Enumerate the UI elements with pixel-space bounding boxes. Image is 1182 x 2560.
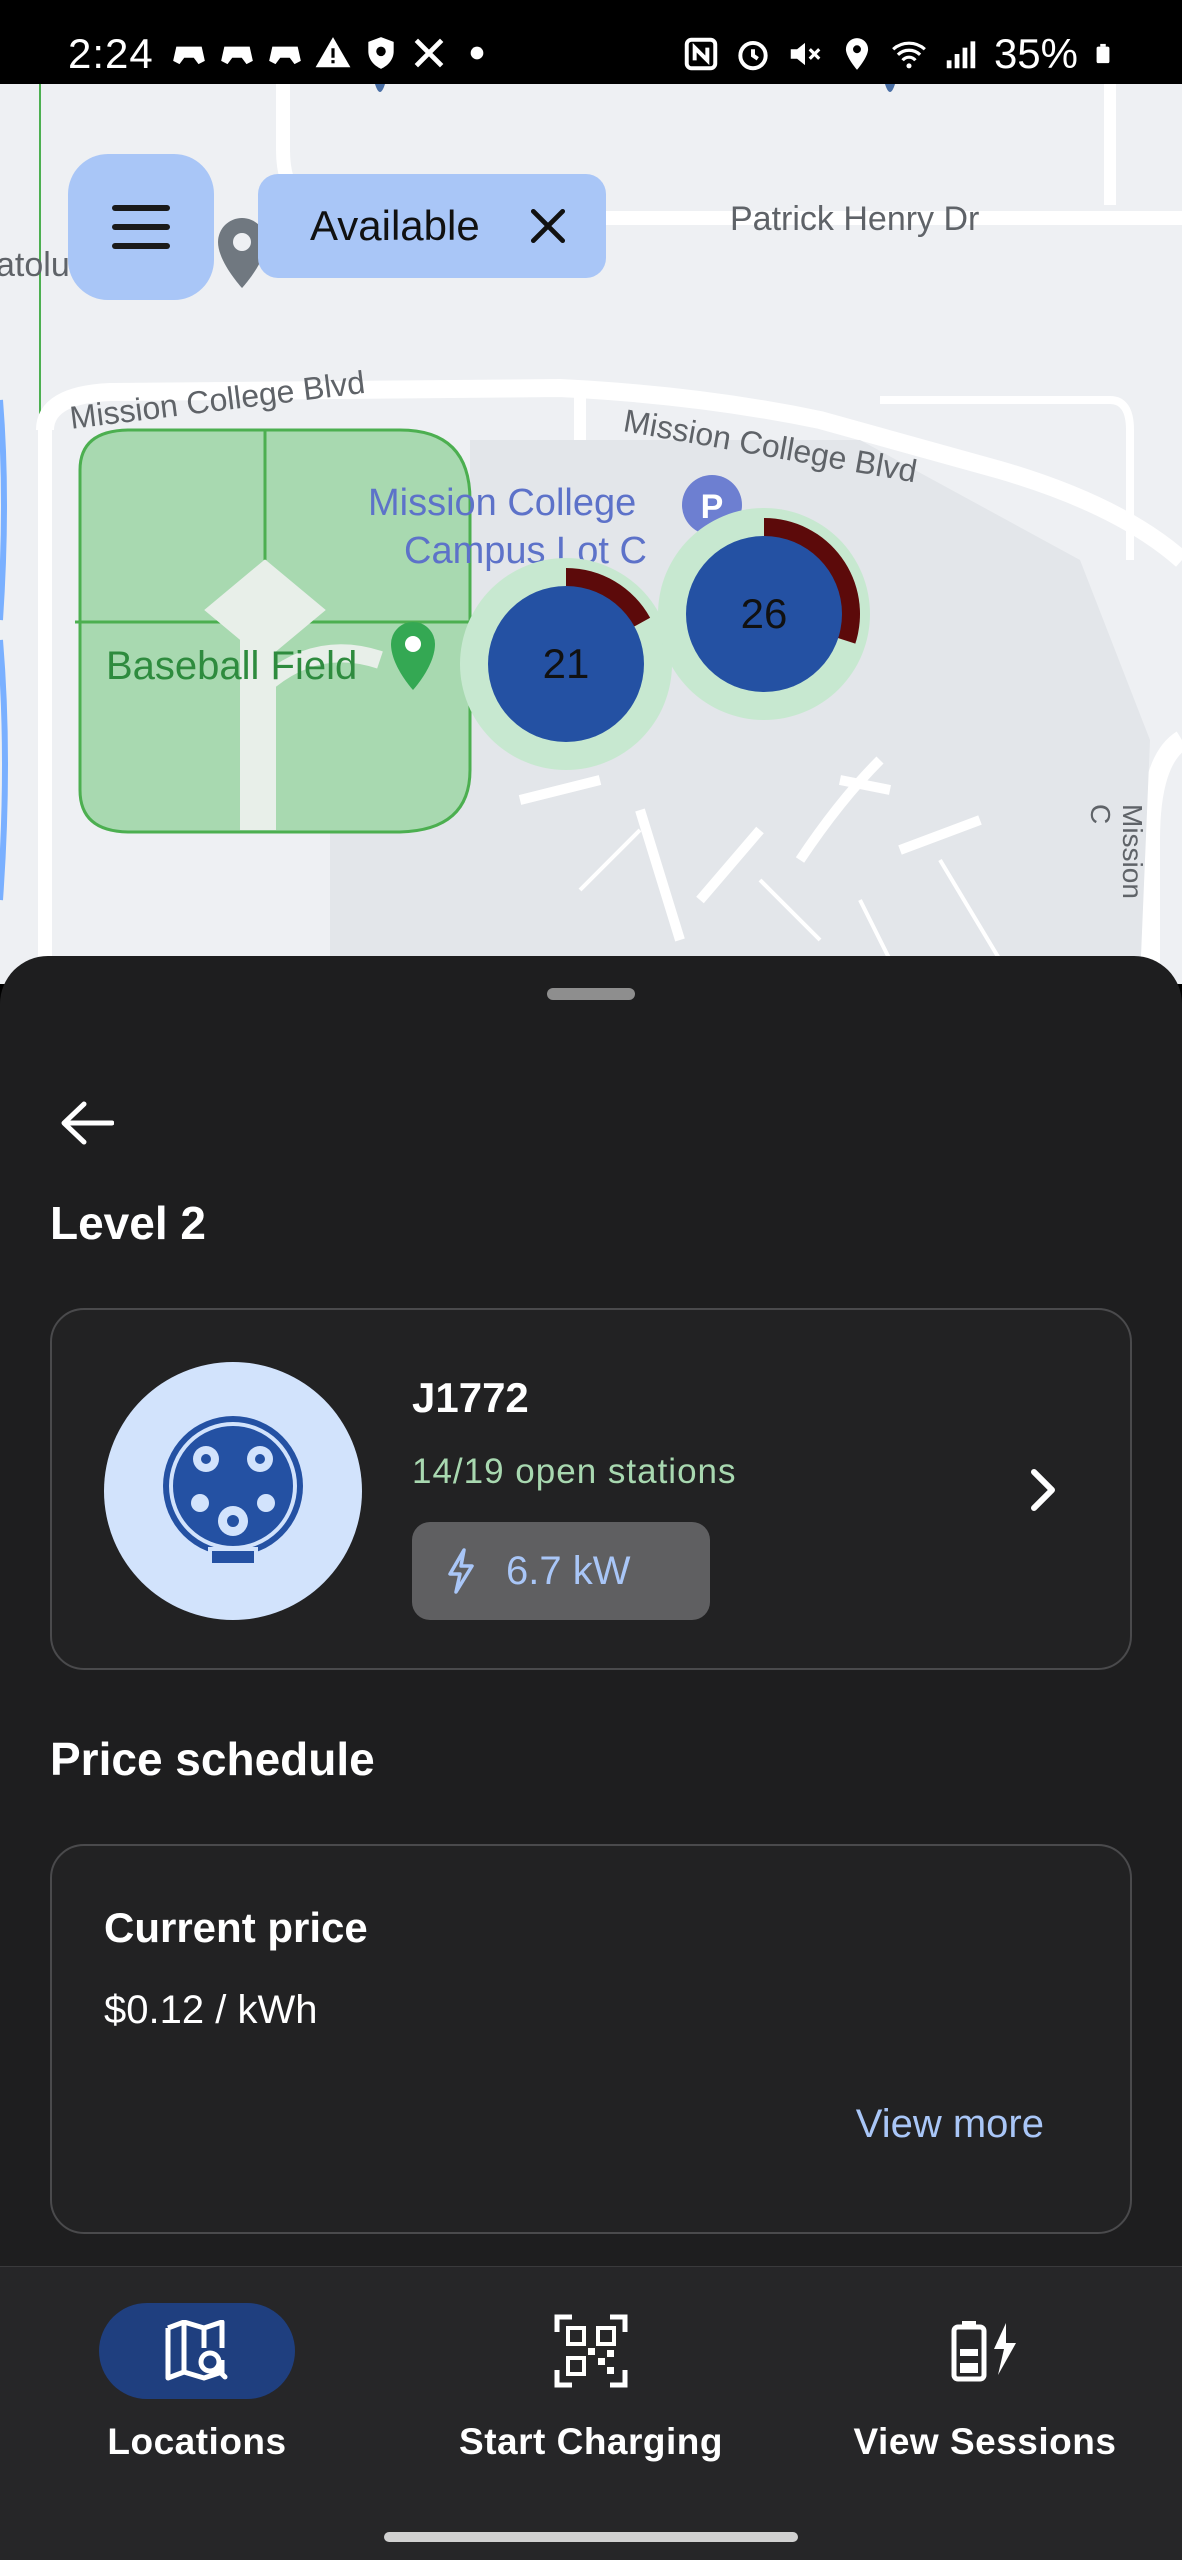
dot-icon <box>470 46 484 60</box>
location-icon <box>845 38 869 70</box>
nav-label-start-charging: Start Charging <box>459 2421 723 2462</box>
power-chip: 6.7 kW <box>412 1522 710 1620</box>
connector-card[interactable]: J1772 14/19 open stations 6.7 kW <box>50 1308 1132 1670</box>
charger-cluster[interactable]: 26 <box>658 508 870 720</box>
map-search-icon <box>165 2320 228 2381</box>
game-controller-icon <box>173 46 205 65</box>
wifi-icon <box>892 41 926 69</box>
alarm-icon <box>738 40 768 71</box>
menu-button[interactable] <box>68 154 214 300</box>
battery-percent: 35% <box>993 30 1078 77</box>
game-controller-icon <box>221 46 253 65</box>
arrow-left-icon <box>61 1101 114 1145</box>
qr-code-icon <box>554 2314 628 2388</box>
j1772-plug-icon <box>163 1416 303 1567</box>
gesture-bar <box>0 2512 1182 2560</box>
bottom-navigation: Locations Start Charging View Sessions <box>0 2266 1182 2512</box>
charger-cluster[interactable]: 21 <box>460 558 672 770</box>
nav-label-view-sessions: View Sessions <box>853 2421 1117 2462</box>
nav-pill-locations <box>99 2303 295 2399</box>
shield-icon <box>368 37 394 69</box>
filter-chip-label: Available <box>310 202 480 249</box>
lightning-icon <box>448 1548 474 1594</box>
nav-label-locations: Locations <box>107 2421 287 2462</box>
nav-item-start-charging[interactable]: Start Charging <box>394 2303 788 2503</box>
nav-pill-start-charging <box>493 2303 689 2399</box>
power-value: 6.7 kW <box>506 1548 631 1593</box>
battery-icon <box>1096 43 1110 64</box>
system-icons: 35% <box>682 30 1114 78</box>
view-more-link[interactable]: View more <box>856 2102 1044 2147</box>
cluster-count: 21 <box>543 640 590 687</box>
nav-item-view-sessions[interactable]: View Sessions <box>788 2303 1182 2503</box>
notification-icons <box>170 34 496 72</box>
connector-icon-badge <box>104 1362 362 1620</box>
close-icon[interactable] <box>526 204 570 248</box>
current-price-label: Current price <box>104 1904 368 1951</box>
cluster-count: 26 <box>741 590 788 637</box>
nfc-icon <box>684 37 718 71</box>
warning-icon <box>315 37 351 68</box>
tools-icon <box>414 38 444 68</box>
connector-name: J1772 <box>412 1374 529 1421</box>
price-schedule-title: Price schedule <box>50 1733 375 1785</box>
mute-icon <box>790 42 821 66</box>
chevron-right-icon <box>1031 1469 1055 1511</box>
nav-item-locations[interactable]: Locations <box>0 2303 394 2503</box>
bottom-sheet: Level 2 J1772 14/19 open stations 6.7 kW… <box>0 956 1182 2266</box>
home-indicator[interactable] <box>384 2532 798 2542</box>
price-card: Current price $0.12 / kWh View more <box>50 1844 1132 2234</box>
nav-pill-view-sessions <box>887 2303 1083 2399</box>
status-bar: 2:24 35% <box>0 0 1182 84</box>
level-title: Level 2 <box>50 1197 206 1249</box>
sheet-drag-handle[interactable] <box>547 988 635 1000</box>
filter-chip-available[interactable]: Available <box>258 174 606 278</box>
status-time: 2:24 <box>68 30 154 77</box>
game-controller-icon <box>269 46 301 65</box>
back-button[interactable] <box>50 1086 124 1160</box>
hamburger-menu-icon <box>112 205 170 249</box>
signal-icon <box>946 41 976 69</box>
battery-charging-icon <box>951 2321 1016 2382</box>
open-stations: 14/19 open stations <box>412 1452 737 1491</box>
current-price-value: $0.12 / kWh <box>104 1988 318 2032</box>
